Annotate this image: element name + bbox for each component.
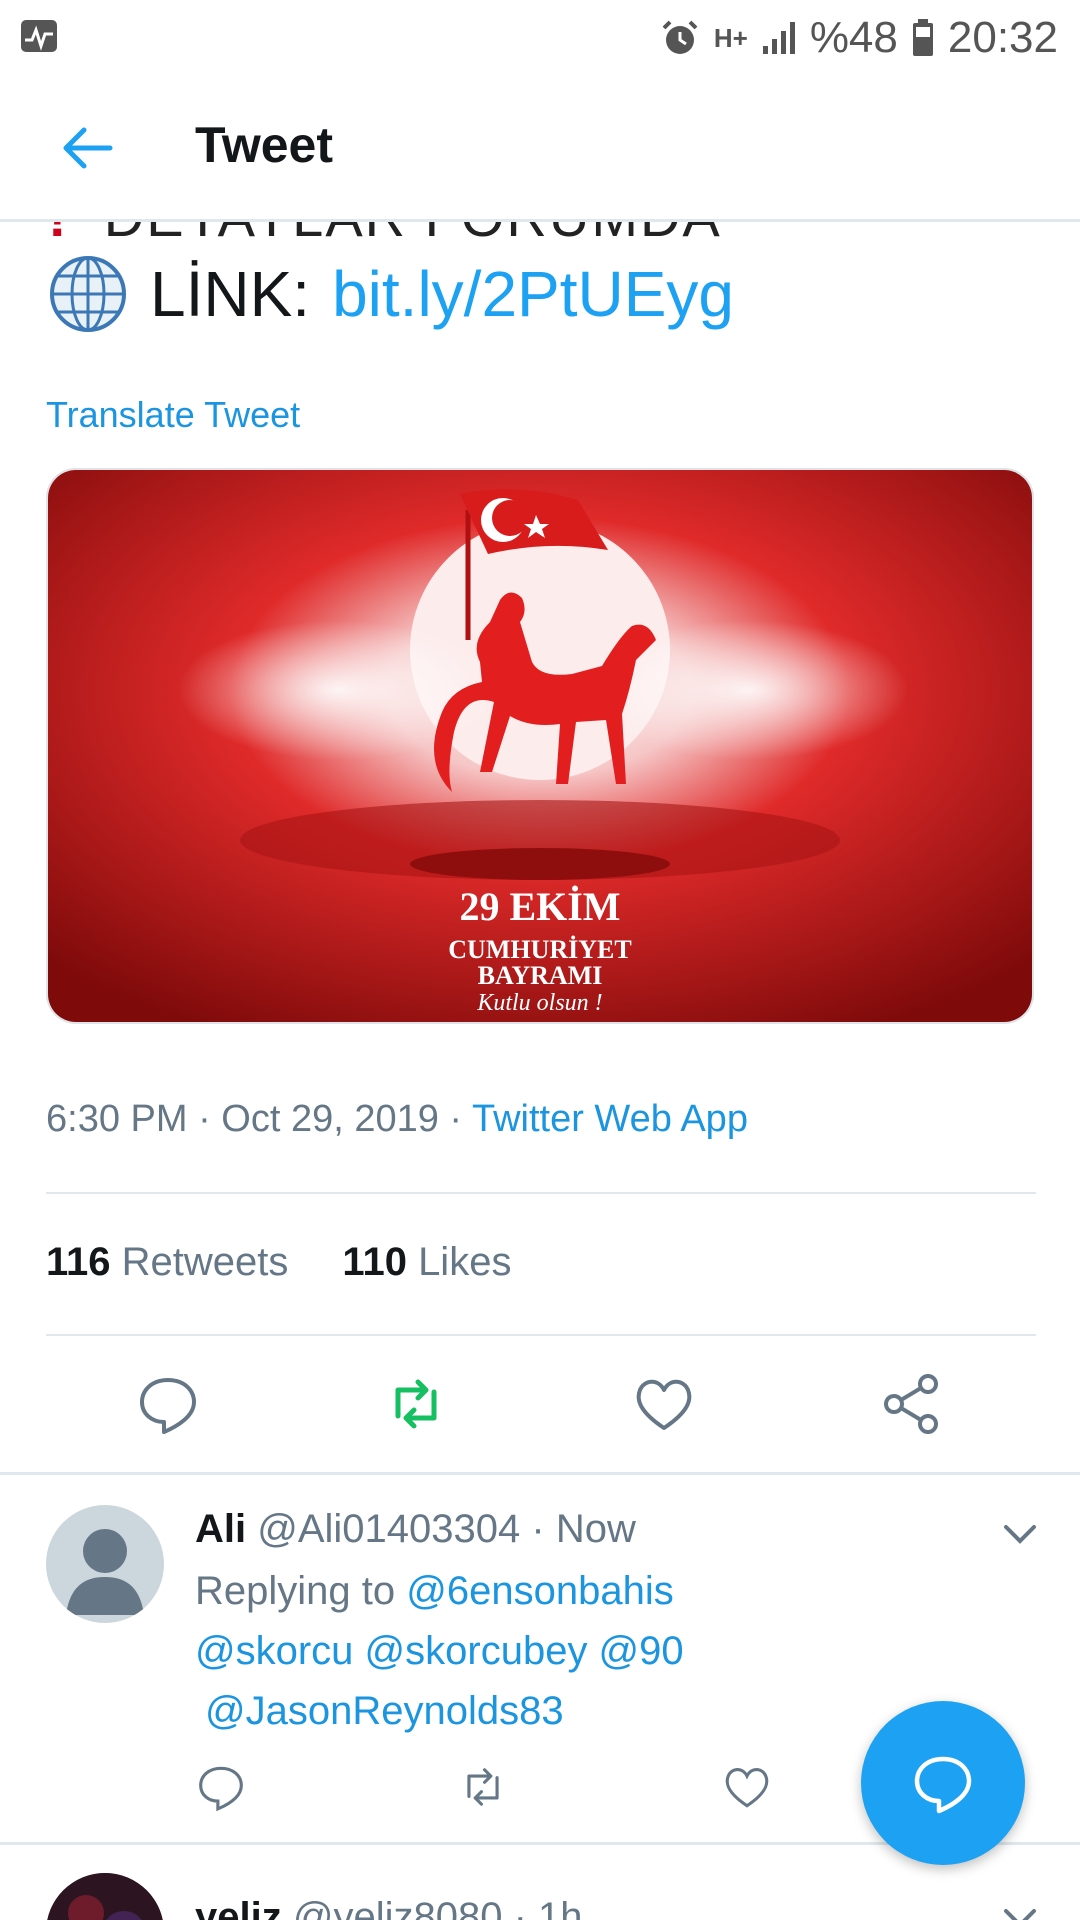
- reply-tweet[interactable]: Ali @Ali01403304 · Now Replying to @6ens…: [0, 1475, 1080, 1733]
- likes-count: 110: [342, 1240, 407, 1284]
- retweets-stat[interactable]: 116 Retweets: [46, 1240, 288, 1285]
- retweet-icon[interactable]: [458, 1762, 508, 1812]
- reply-replying-to: Replying to @6ensonbahis @skorcu @skorcu…: [195, 1561, 684, 1741]
- reply-display-name[interactable]: Ali: [195, 1507, 246, 1551]
- image-caption-line2: CUMHURİYET: [448, 935, 631, 964]
- likes-stat[interactable]: 110 Likes: [342, 1240, 511, 1285]
- chevron-down-icon[interactable]: [1000, 1897, 1040, 1920]
- mention-link[interactable]: @6ensonbahis: [406, 1569, 673, 1613]
- link-label: LİNK:: [150, 258, 311, 330]
- divider: [46, 1334, 1036, 1336]
- reply-bubble-icon: [914, 1756, 972, 1814]
- like-heart-icon[interactable]: [722, 1762, 772, 1812]
- tweet-detail: ! DETAYLAR FORUMDA LİNK: bit.ly/2PtUEyg …: [0, 222, 1080, 1920]
- globe-icon: [50, 256, 126, 332]
- compose-reply-button[interactable]: [861, 1701, 1025, 1865]
- reply-author: Ali @Ali01403304 · Now: [195, 1507, 636, 1552]
- retweets-label: Retweets: [121, 1240, 289, 1284]
- reply-time: · Now: [531, 1507, 636, 1551]
- battery-percent: %48: [809, 13, 898, 62]
- image-caption-line4: Kutlu olsun !: [476, 990, 602, 1016]
- retweet-icon[interactable]: [384, 1372, 448, 1436]
- status-bar: H+ %48 20:32: [0, 0, 1080, 76]
- tweet-source[interactable]: Twitter Web App: [472, 1098, 748, 1140]
- avatar[interactable]: [46, 1873, 164, 1920]
- tweet-link-line: LİNK: bit.ly/2PtUEyg: [48, 254, 734, 334]
- default-avatar-icon: [66, 1529, 144, 1615]
- back-arrow-icon[interactable]: [58, 122, 116, 174]
- alarm-icon: [662, 20, 698, 54]
- divider: [46, 1192, 1036, 1194]
- tweet-timestamp-line: 6:30 PM · Oct 29, 2019 · Twitter Web App: [46, 1098, 748, 1141]
- network-type: H+: [713, 22, 748, 53]
- tweet-text-clipped: ! DETAYLAR FORUMDA: [48, 222, 722, 249]
- tweet-link[interactable]: bit.ly/2PtUEyg: [332, 257, 734, 331]
- tweet-stats: 116 Retweets 110 Likes: [46, 1240, 511, 1285]
- tweet-image[interactable]: 29 EKİM CUMHURİYET BAYRAMI Kutlu olsun !: [46, 468, 1034, 1024]
- reply-handle[interactable]: @Ali01403304: [257, 1507, 520, 1551]
- reply-icon[interactable]: [136, 1372, 200, 1436]
- clock: 20:32: [947, 13, 1058, 62]
- avatar-photo: [47, 1873, 163, 1920]
- app-bar: Tweet: [0, 76, 1080, 222]
- likes-label: Likes: [418, 1240, 512, 1284]
- tweet-action-bar: [0, 1372, 1080, 1472]
- mention-link[interactable]: @JasonReynolds83: [195, 1689, 564, 1733]
- tweet-time: 6:30 PM · Oct 29, 2019 ·: [46, 1098, 463, 1140]
- reply-time: · 1h: [513, 1895, 583, 1920]
- avatar[interactable]: [46, 1505, 164, 1623]
- image-caption-line3: BAYRAMI: [478, 961, 603, 990]
- tweet-text-line: DETAYLAR FORUMDA: [104, 222, 722, 248]
- reply-display-name[interactable]: yeliz: [195, 1895, 282, 1920]
- retweets-count: 116: [46, 1240, 111, 1284]
- chevron-down-icon[interactable]: [1000, 1513, 1040, 1553]
- republic-day-illustration: 29 EKİM CUMHURİYET BAYRAMI Kutlu olsun !: [48, 470, 1032, 1022]
- signal-icon: [762, 22, 795, 54]
- image-caption-date: 29 EKİM: [459, 884, 620, 929]
- battery-icon: [912, 19, 933, 56]
- share-icon[interactable]: [880, 1372, 944, 1436]
- reply-author: yeliz @yeliz8080 · 1h: [195, 1895, 583, 1920]
- replying-to-label: Replying to: [195, 1569, 396, 1613]
- reply-icon[interactable]: [196, 1762, 246, 1812]
- page-title: Tweet: [195, 117, 333, 173]
- mention-link[interactable]: @skorcu @skorcubey @90: [195, 1629, 684, 1673]
- exclamation-icon: !: [48, 222, 69, 248]
- pulse-icon: [21, 20, 57, 52]
- reply-handle[interactable]: @yeliz8080: [293, 1895, 503, 1920]
- like-heart-icon[interactable]: [632, 1372, 696, 1436]
- translate-tweet-link[interactable]: Translate Tweet: [46, 394, 300, 436]
